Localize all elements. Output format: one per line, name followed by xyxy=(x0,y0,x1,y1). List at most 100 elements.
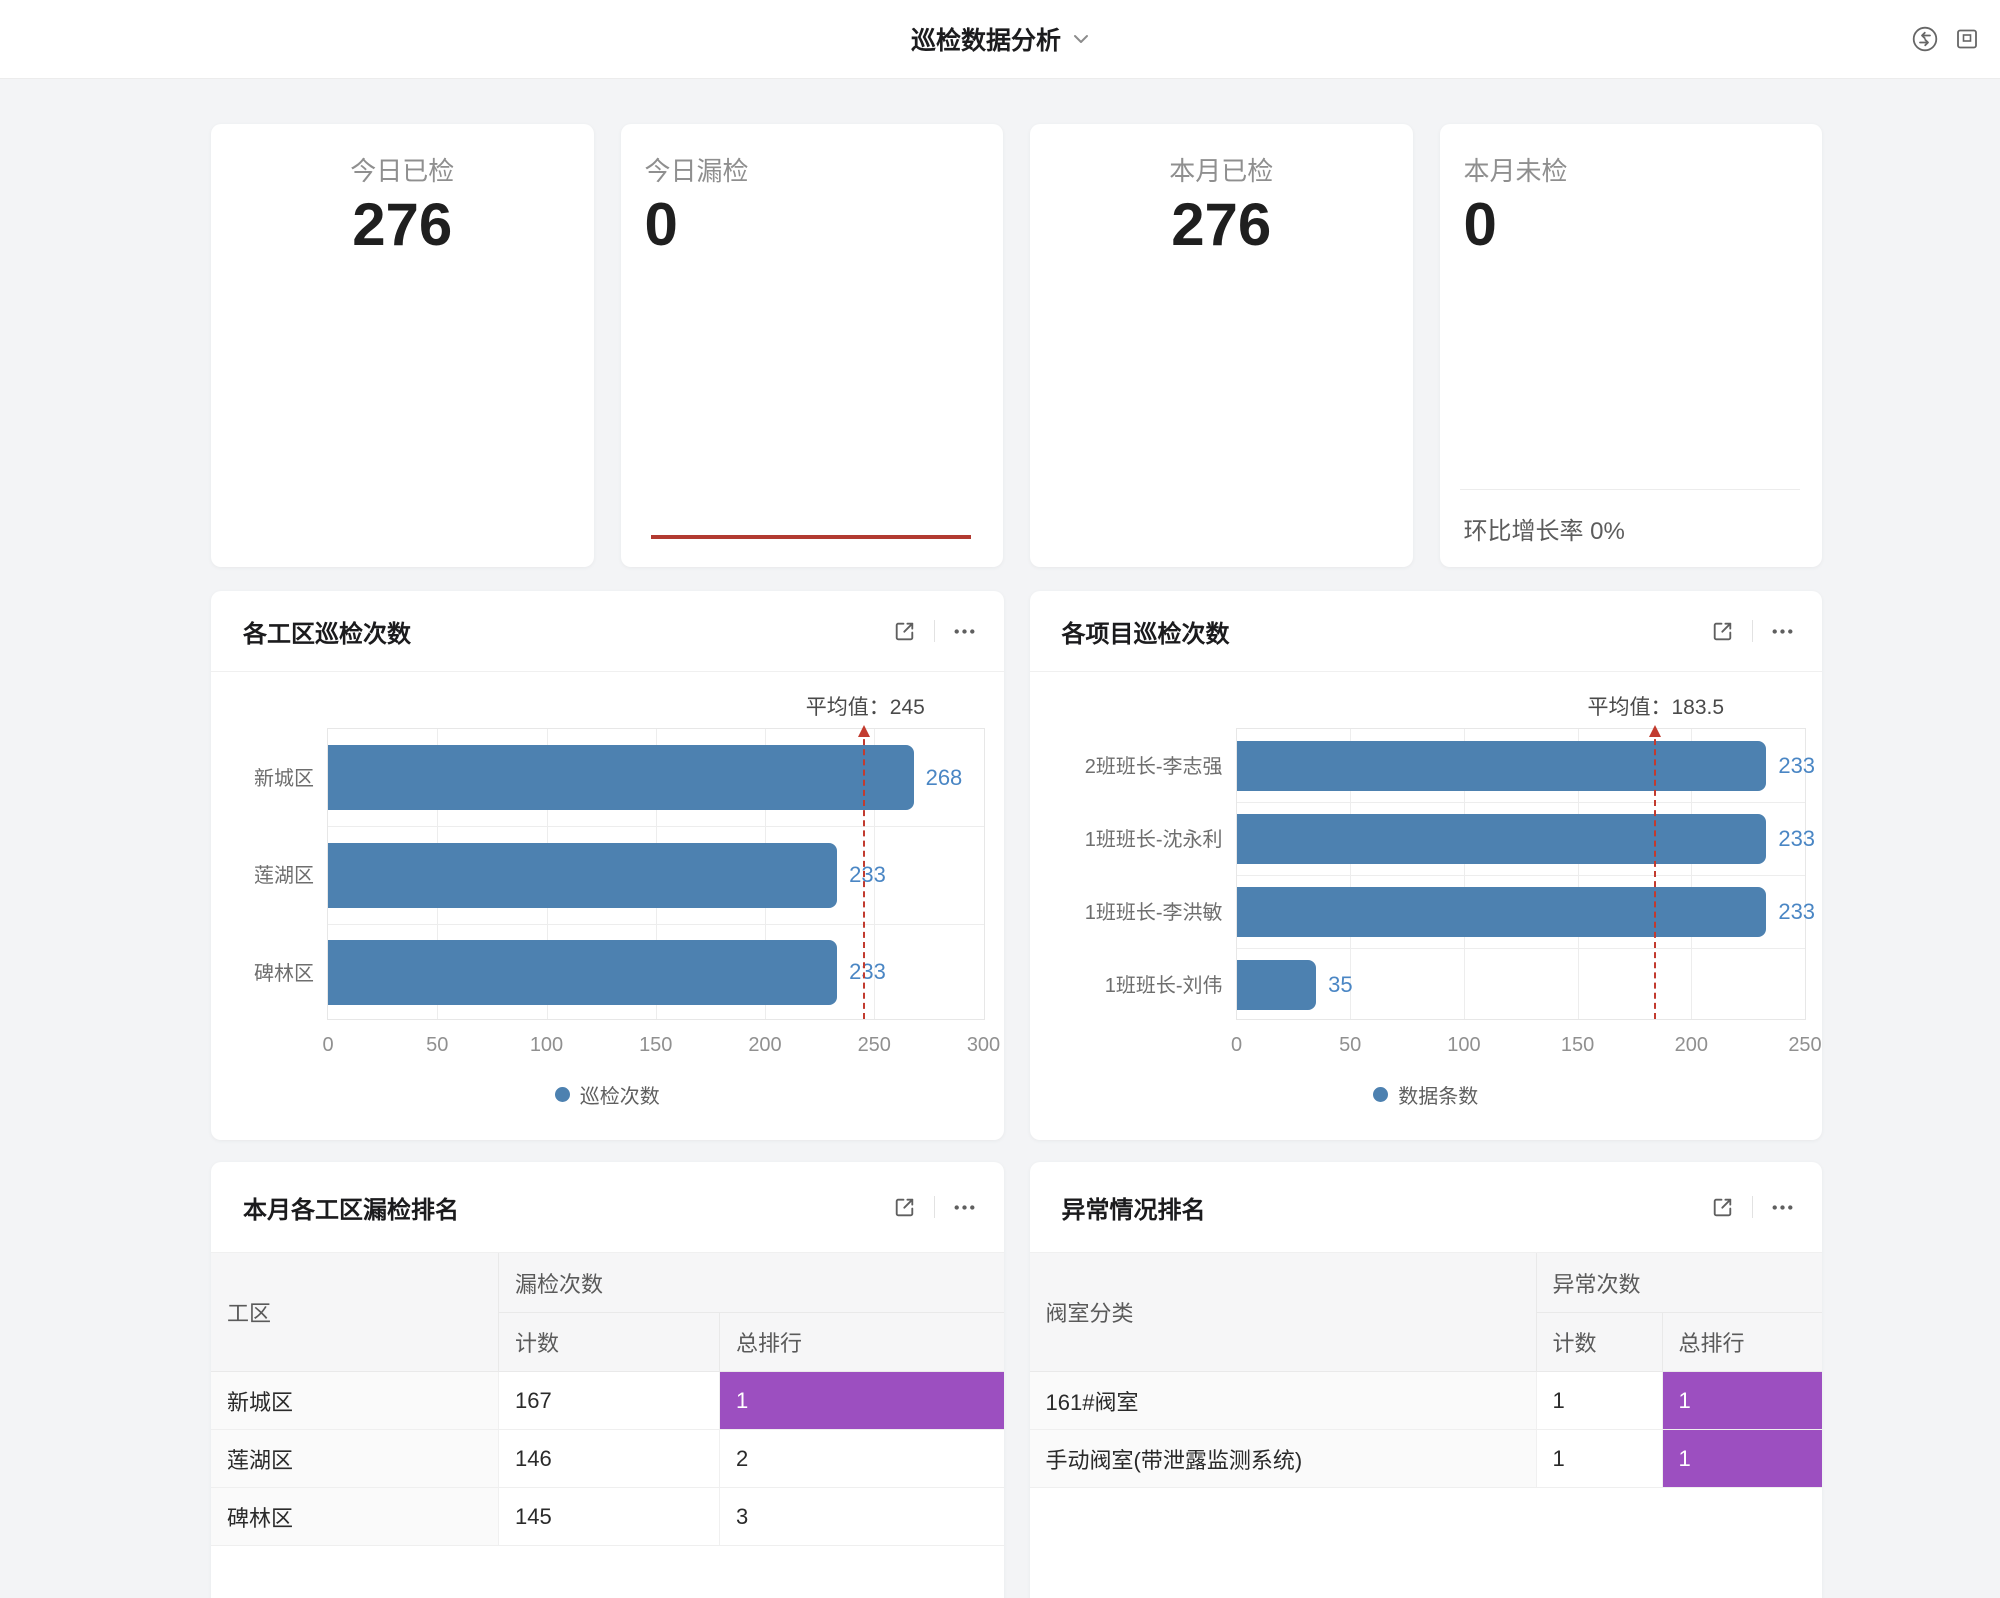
cell-rank: 3 xyxy=(720,1488,1004,1545)
table-row: 碑林区1453 xyxy=(211,1488,1004,1546)
sub-header-row: 计数总排行 xyxy=(499,1313,1004,1371)
sub-header-row: 计数总排行 xyxy=(1537,1313,1823,1371)
bar-value-label: 233 xyxy=(1778,753,1815,779)
bar-chart-projects: 23323323335平均值：183.52班班长-李志强1班班长-沈永利1班班长… xyxy=(1030,672,1823,1139)
average-label: 平均值：245 xyxy=(806,691,925,721)
cell-name: 161#阀室 xyxy=(1030,1372,1537,1429)
ellipsis-icon[interactable] xyxy=(1769,1194,1796,1221)
dashboard-title-dropdown[interactable]: 巡检数据分析 xyxy=(911,0,1089,78)
chevron-down-icon xyxy=(1073,34,1089,44)
stat-card-missed-today: 今日漏检 0 xyxy=(621,124,1004,567)
growth-rate-text: 环比增长率 0% xyxy=(1460,489,1801,567)
category-label: 新城区 xyxy=(211,728,314,825)
chart-legend: 数据条数 xyxy=(1030,1080,1823,1109)
bar-value-label: 233 xyxy=(1778,899,1815,925)
divider xyxy=(1752,1196,1753,1218)
ellipsis-icon[interactable] xyxy=(951,1194,978,1221)
x-tick-label: 100 xyxy=(1447,1034,1480,1057)
stat-value: 276 xyxy=(235,192,570,258)
external-link-icon[interactable] xyxy=(891,618,918,645)
table-row: 新城区1671 xyxy=(211,1372,1004,1430)
bar xyxy=(328,745,914,810)
legend-dot-icon xyxy=(1373,1087,1388,1102)
window-icon[interactable] xyxy=(1952,24,1982,54)
x-tick-label: 150 xyxy=(1561,1034,1594,1057)
stat-card-unchecked-month: 本月未检 0 环比增长率 0% xyxy=(1440,124,1823,567)
external-link-icon[interactable] xyxy=(1709,1194,1736,1221)
plot-area: 268233233平均值：245 xyxy=(327,728,985,1020)
table-row: 161#阀室11 xyxy=(1030,1372,1823,1430)
panel-header: 异常情况排名 xyxy=(1030,1162,1823,1253)
bar-value-label: 268 xyxy=(926,765,963,791)
bar xyxy=(1237,887,1767,937)
ellipsis-icon[interactable] xyxy=(1769,618,1796,645)
x-tick-label: 0 xyxy=(1231,1034,1242,1057)
x-tick-label: 300 xyxy=(967,1034,1000,1057)
bar xyxy=(328,843,837,908)
legend-item[interactable]: 数据条数 xyxy=(1373,1080,1478,1109)
sub-header-count: 计数 xyxy=(499,1313,720,1371)
average-line: 平均值：245 xyxy=(863,729,865,1019)
x-tick-label: 50 xyxy=(426,1034,448,1057)
ellipsis-icon[interactable] xyxy=(951,618,978,645)
stat-value: 276 xyxy=(1054,192,1389,258)
cell-rank: 2 xyxy=(720,1430,1004,1487)
table-title: 本月各工区漏检排名 xyxy=(243,1190,459,1225)
bar xyxy=(1237,814,1767,864)
category-label: 1班班长-刘伟 xyxy=(1030,947,1223,1020)
gridline xyxy=(1237,802,1806,803)
chart-title: 各项目巡检次数 xyxy=(1062,614,1230,649)
table-row: 手动阀室(带泄露监测系统)11 xyxy=(1030,1430,1823,1488)
legend-item[interactable]: 巡检次数 xyxy=(555,1080,660,1109)
panel-header: 本月各工区漏检排名 xyxy=(211,1162,1004,1253)
cell-name: 手动阀室(带泄露监测系统) xyxy=(1030,1430,1537,1487)
bar-chart-workzones: 268233233平均值：245新城区莲湖区碑林区050100150200250… xyxy=(211,672,1004,1139)
x-tick-label: 200 xyxy=(748,1034,781,1057)
gridline xyxy=(328,826,984,827)
cell-name: 莲湖区 xyxy=(211,1430,499,1487)
page-title: 巡检数据分析 xyxy=(911,21,1061,57)
panel-actions xyxy=(891,618,978,645)
x-tick-label: 200 xyxy=(1675,1034,1708,1057)
stat-card-checked-month: 本月已检 276 xyxy=(1030,124,1413,567)
ranking-table-workzones: 工区漏检次数计数总排行新城区1671莲湖区1462碑林区1453 xyxy=(211,1253,1004,1546)
panel-actions xyxy=(891,1194,978,1221)
tables-row: 本月各工区漏检排名 工区漏检次数计数总排行新城区1671莲湖区1462碑林区14… xyxy=(211,1162,1822,1598)
cell-count: 1 xyxy=(1537,1430,1663,1487)
cell-count: 167 xyxy=(499,1372,720,1429)
sub-header-count: 计数 xyxy=(1537,1313,1663,1371)
cell-name: 碑林区 xyxy=(211,1488,499,1545)
bar-value-label: 35 xyxy=(1328,972,1352,998)
sub-header-rank: 总排行 xyxy=(1663,1313,1823,1371)
table-card-abnormal-ranking: 异常情况排名 阀室分类异常次数计数总排行161#阀室11手动阀室(带泄露监测系统… xyxy=(1030,1162,1823,1598)
table-header-group: 异常次数计数总排行 xyxy=(1537,1253,1823,1371)
bar-value-label: 233 xyxy=(1778,826,1815,852)
stat-label: 本月已检 xyxy=(1054,154,1389,188)
topbar-icons xyxy=(1910,0,1982,78)
table-header: 阀室分类异常次数计数总排行 xyxy=(1030,1253,1823,1372)
gridline xyxy=(1237,948,1806,949)
category-label: 1班班长-李洪敏 xyxy=(1030,874,1223,947)
external-link-icon[interactable] xyxy=(1709,618,1736,645)
x-tick-label: 150 xyxy=(639,1034,672,1057)
divider xyxy=(934,1196,935,1218)
table-card-missed-ranking: 本月各工区漏检排名 工区漏检次数计数总排行新城区1671莲湖区1462碑林区14… xyxy=(211,1162,1004,1598)
sub-header-rank: 总排行 xyxy=(720,1313,1004,1371)
bar-value-label: 233 xyxy=(849,959,886,985)
average-line: 平均值：183.5 xyxy=(1654,729,1656,1019)
table-header-group: 漏检次数计数总排行 xyxy=(499,1253,1004,1371)
ranking-table-valve-rooms: 阀室分类异常次数计数总排行161#阀室11手动阀室(带泄露监测系统)11 xyxy=(1030,1253,1823,1488)
charts-row: 各工区巡检次数 268233233平均值：245新城区莲湖区碑林区0501001… xyxy=(211,591,1822,1140)
panel-header: 各工区巡检次数 xyxy=(211,591,1004,672)
average-arrow-icon xyxy=(1649,725,1661,737)
panel-header: 各项目巡检次数 xyxy=(1030,591,1823,672)
column-header: 阀室分类 xyxy=(1030,1253,1537,1371)
chart-card-project-inspections: 各项目巡检次数 23323323335平均值：183.52班班长-李志强1班班长… xyxy=(1030,591,1823,1140)
swap-icon[interactable] xyxy=(1910,24,1940,54)
divider xyxy=(934,620,935,642)
external-link-icon[interactable] xyxy=(891,1194,918,1221)
panel-actions xyxy=(1709,1194,1796,1221)
legend-label: 巡检次数 xyxy=(580,1080,660,1109)
stat-label: 今日已检 xyxy=(235,154,570,188)
cell-name: 新城区 xyxy=(211,1372,499,1429)
